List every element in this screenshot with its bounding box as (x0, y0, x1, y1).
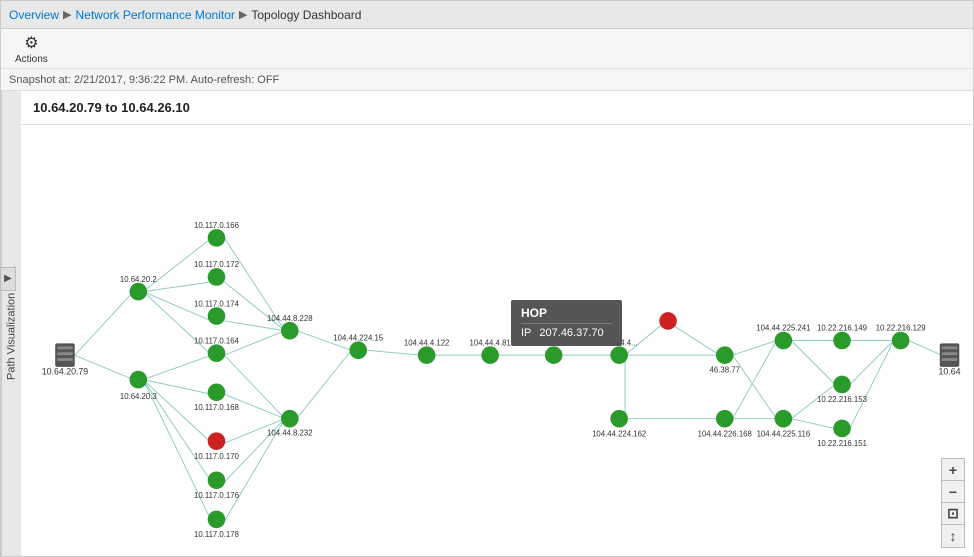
svg-text:10.117.0.168: 10.117.0.168 (194, 403, 239, 412)
svg-text:10.117.0.166: 10.117.0.166 (194, 221, 239, 230)
node-n21[interactable] (716, 410, 734, 428)
breadcrumb-sep-2: ▶ (239, 8, 247, 21)
svg-text:10.22.216.151: 10.22.216.151 (817, 439, 867, 448)
svg-text:46.38.77: 46.38.77 (710, 366, 740, 375)
node-n13[interactable] (349, 341, 367, 359)
node-n1[interactable] (129, 283, 147, 301)
svg-text:104.44.224.162: 104.44.224.162 (592, 429, 646, 438)
svg-text:10.117.0.170: 10.117.0.170 (194, 452, 240, 461)
node-n14[interactable] (418, 346, 436, 364)
zoom-out-button[interactable]: − (942, 481, 964, 503)
node-n11[interactable] (281, 322, 299, 340)
diagram-panel: 10.64.20.79 to 10.64.26.10 (21, 91, 973, 556)
collapse-arrow[interactable]: ▶ (1, 267, 16, 291)
svg-text:10.22.216.153: 10.22.216.153 (817, 395, 867, 404)
diagram-title: 10.64.20.79 to 10.64.26.10 (33, 100, 190, 115)
dst-label: 10.64 (939, 367, 961, 377)
svg-text:104.44.226.168: 104.44.226.168 (698, 429, 752, 438)
node-n17[interactable] (610, 346, 628, 364)
node-n18[interactable] (610, 410, 628, 428)
breadcrumb-current: Topology Dashboard (251, 8, 361, 22)
zoom-fit-button[interactable]: ⊡ (942, 503, 964, 525)
node-n2[interactable] (129, 371, 147, 389)
diagram-area: 10.64.20.79 10.64 10.64.20.2 10.64 (21, 125, 973, 556)
node-n22[interactable] (775, 332, 793, 350)
app-container: Overview ▶ Network Performance Monitor ▶… (0, 0, 974, 557)
zoom-controls: + − ⊡ ↕ (941, 458, 965, 548)
snapshot-text: Snapshot at: 2/21/2017, 9:36:22 PM. Auto… (9, 74, 279, 86)
breadcrumb-monitor[interactable]: Network Performance Monitor (75, 8, 234, 22)
svg-text:10.117.0.164: 10.117.0.164 (194, 336, 240, 345)
svg-text:10.117.0.174: 10.117.0.174 (194, 299, 240, 308)
node-n6[interactable] (208, 344, 226, 362)
svg-text:10.117.0.178: 10.117.0.178 (194, 530, 239, 539)
node-n19-red[interactable] (659, 312, 677, 330)
node-n9[interactable] (208, 471, 226, 489)
node-n26[interactable] (833, 420, 851, 438)
node-n4[interactable] (208, 268, 226, 286)
node-n7[interactable] (208, 384, 226, 402)
main-content: Path Visualization Data ▶ 10.64.20.79 to… (1, 91, 973, 556)
svg-text:104.44.8.228: 104.44.8.228 (267, 314, 313, 323)
svg-text:10.22.216.149: 10.22.216.149 (817, 324, 867, 333)
actions-icon: ⚙ (24, 33, 38, 53)
breadcrumb-sep-1: ▶ (63, 8, 71, 21)
svg-text:10.64.20.2: 10.64.20.2 (120, 275, 157, 284)
snapshot-bar: Snapshot at: 2/21/2017, 9:36:22 PM. Auto… (1, 69, 973, 91)
breadcrumb-bar: Overview ▶ Network Performance Monitor ▶… (1, 1, 973, 29)
actions-button[interactable]: ⚙ Actions (9, 31, 54, 67)
svg-text:104.44.225.116: 104.44.225.116 (757, 429, 811, 438)
svg-text:104.44.224.15: 104.44.224.15 (333, 334, 384, 343)
node-n16[interactable] (545, 346, 563, 364)
src-label: 10.64.20.79 (42, 367, 89, 377)
green-nodes: 10.64.20.2 10.64.20.3 10.117.0.166 10.11… (120, 221, 926, 539)
node-n10[interactable] (208, 511, 226, 529)
svg-text:104.44.8.232: 104.44.8.232 (267, 428, 313, 437)
svg-text:10.64.20.3: 10.64.20.3 (120, 392, 157, 401)
side-label[interactable]: Path Visualization Data (1, 91, 21, 556)
svg-text:104.44.4.81: 104.44.4.81 (470, 338, 511, 347)
toolbar: ⚙ Actions (1, 29, 973, 69)
node-n15[interactable] (481, 346, 499, 364)
breadcrumb-overview[interactable]: Overview (9, 8, 59, 22)
svg-text:10.117.0.176: 10.117.0.176 (194, 491, 239, 500)
node-n12[interactable] (281, 410, 299, 428)
node-n20[interactable] (716, 346, 734, 364)
node-n5[interactable] (208, 307, 226, 325)
diagram-header: 10.64.20.79 to 10.64.26.10 (21, 91, 973, 125)
svg-text:10.22.216.129: 10.22.216.129 (876, 324, 926, 333)
node-n24[interactable] (833, 332, 851, 350)
node-n23[interactable] (775, 410, 793, 428)
node-n8-red[interactable] (208, 432, 226, 450)
svg-text:104.44.4.101: 104.44.4.101 (531, 338, 577, 347)
svg-text:104.44.4...: 104.44.4... (601, 338, 638, 347)
svg-text:10.117.0.172: 10.117.0.172 (194, 260, 239, 269)
svg-text:104.44.4.122: 104.44.4.122 (404, 338, 450, 347)
node-n25[interactable] (833, 376, 851, 394)
actions-label: Actions (15, 54, 48, 65)
node-n27[interactable] (892, 332, 910, 350)
topology-svg: 10.64.20.79 10.64 10.64.20.2 10.64 (21, 125, 973, 556)
node-n3[interactable] (208, 229, 226, 247)
zoom-move-button[interactable]: ↕ (942, 525, 964, 547)
svg-text:104.44.225.241: 104.44.225.241 (756, 324, 810, 333)
zoom-in-button[interactable]: + (942, 459, 964, 481)
